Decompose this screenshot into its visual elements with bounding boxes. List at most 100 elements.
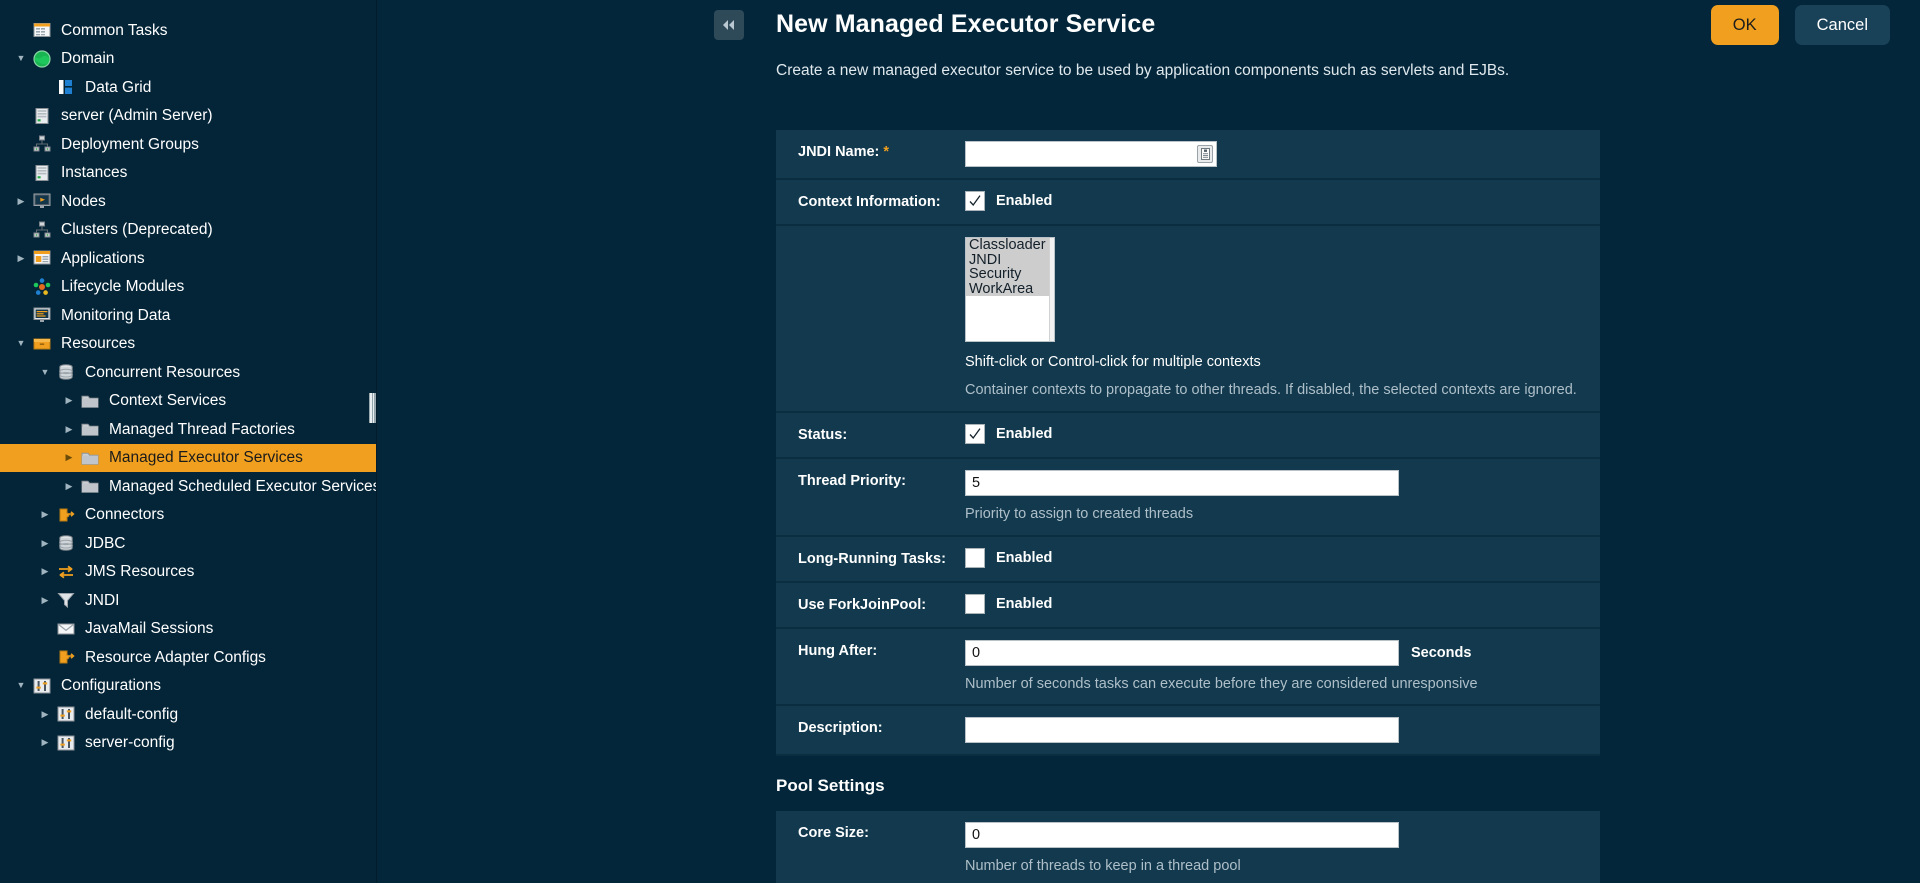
status-label: Status:: [776, 413, 965, 457]
form-row-thread-priority: Thread Priority: Priority to assign to c…: [776, 459, 1600, 537]
twisty-expanded-icon[interactable]: ▼: [36, 368, 54, 377]
form-row-core-size: Core Size: Number of threads to keep in …: [776, 811, 1600, 883]
form-row-status: Status: Enabled: [776, 413, 1600, 459]
sidebar-item-default-config[interactable]: ▶default-config: [0, 700, 376, 729]
contexts-option[interactable]: Security: [966, 267, 1049, 282]
twisty-collapsed-icon[interactable]: ▶: [36, 510, 54, 519]
sidebar-item-label: Monitoring Data: [61, 308, 170, 324]
core-size-input[interactable]: [965, 822, 1399, 848]
form-row-context-information: Context Information: Enabled: [776, 180, 1600, 226]
contexts-option[interactable]: WorkArea: [966, 282, 1049, 297]
collapse-sidebar-button[interactable]: [714, 10, 744, 40]
contexts-control: ClassloaderJNDISecurityWorkArea ▲ ▼ Shif…: [965, 226, 1600, 411]
hung-after-input[interactable]: [965, 640, 1399, 666]
sidebar-item-applications[interactable]: ▶Applications: [0, 244, 376, 273]
twisty-expanded-icon[interactable]: ▼: [12, 54, 30, 63]
use-forkjoinpool-checkbox[interactable]: [965, 594, 985, 614]
sidebar-item-managed-scheduled-executor-services[interactable]: ▶Managed Scheduled Executor Services: [0, 472, 376, 501]
sidebar-item-server-admin-server[interactable]: server (Admin Server): [0, 102, 376, 131]
sidebar-item-label: Managed Thread Factories: [109, 422, 295, 438]
funnel-icon: [57, 591, 75, 609]
twisty-collapsed-icon[interactable]: ▶: [12, 197, 30, 206]
contexts-scrollbar[interactable]: ▲ ▼: [1049, 238, 1055, 341]
contexts-option[interactable]: JNDI: [966, 253, 1049, 268]
sidebar-item-nodes[interactable]: ▶Nodes: [0, 187, 376, 216]
sidebar-item-clusters-deprecated[interactable]: Clusters (Deprecated): [0, 216, 376, 245]
twisty-collapsed-icon[interactable]: ▶: [36, 738, 54, 747]
twisty-expanded-icon[interactable]: ▼: [12, 339, 30, 348]
twisty-collapsed-icon[interactable]: ▶: [60, 425, 78, 434]
monitor-icon: [30, 305, 54, 325]
sidebar-item-connectors[interactable]: ▶Connectors: [0, 501, 376, 530]
status-checkbox[interactable]: [965, 424, 985, 444]
sidebar-item-label: Context Services: [109, 393, 226, 409]
sidebar-item-context-services[interactable]: ▶ Context Services: [0, 387, 376, 416]
contexts-option-list[interactable]: ClassloaderJNDISecurityWorkArea: [966, 238, 1049, 341]
twisty-collapsed-icon[interactable]: ▶: [36, 539, 54, 548]
ok-button[interactable]: OK: [1711, 5, 1779, 45]
sidebar-item-concurrent-resources[interactable]: ▼Concurrent Resources: [0, 358, 376, 387]
sidebar-item-jdbc[interactable]: ▶JDBC: [0, 529, 376, 558]
sidebar-item-label: Resources: [61, 336, 135, 352]
sidebar-item-data-grid[interactable]: Data Grid: [0, 73, 376, 102]
sidebar-splitter-handle[interactable]: [369, 393, 376, 423]
twisty-collapsed-icon[interactable]: ▶: [60, 453, 78, 462]
sidebar-item-jms-resources[interactable]: ▶JMS Resources: [0, 558, 376, 587]
contexts-option[interactable]: Classloader: [966, 238, 1049, 253]
status-checkbox-label: Enabled: [996, 426, 1052, 442]
sidebar-item-label: Managed Executor Services: [109, 450, 303, 466]
sidebar-item-configurations[interactable]: ▼Configurations: [0, 672, 376, 701]
twisty-expanded-icon[interactable]: ▼: [12, 681, 30, 690]
use-forkjoinpool-label: Use ForkJoinPool:: [776, 583, 965, 627]
folder-icon: [78, 391, 102, 411]
sidebar-item-server-config[interactable]: ▶server-config: [0, 729, 376, 758]
pool-settings-section-title: Pool Settings: [776, 756, 1600, 811]
sidebar-item-monitoring-data[interactable]: Monitoring Data: [0, 301, 376, 330]
long-running-tasks-control: Enabled: [965, 537, 1600, 581]
database-icon: [57, 363, 75, 381]
sidebar-item-deployment-groups[interactable]: Deployment Groups: [0, 130, 376, 159]
folder-icon: [81, 449, 99, 467]
main-content: New Managed Executor Service Create a ne…: [377, 0, 1920, 883]
sidebar-item-resources[interactable]: ▼ Resources: [0, 330, 376, 359]
sidebar-item-lifecycle-modules[interactable]: Lifecycle Modules: [0, 273, 376, 302]
sidebar-item-jndi[interactable]: ▶ JNDI: [0, 586, 376, 615]
sidebar-item-instances[interactable]: Instances: [0, 159, 376, 188]
twisty-collapsed-icon[interactable]: ▶: [36, 710, 54, 719]
server-icon: [33, 107, 51, 125]
twisty-collapsed-icon[interactable]: ▶: [36, 567, 54, 576]
twisty-collapsed-icon[interactable]: ▶: [60, 396, 78, 405]
sidebar-item-label: Lifecycle Modules: [61, 279, 184, 295]
form-row-description: Description:: [776, 706, 1600, 756]
picker-icon[interactable]: [1197, 145, 1213, 163]
contexts-multiselect[interactable]: ClassloaderJNDISecurityWorkArea ▲ ▼: [965, 237, 1055, 342]
jndi-name-input[interactable]: [965, 141, 1217, 167]
scroll-up-icon[interactable]: ▲: [1053, 240, 1055, 248]
sidebar-item-javamail-sessions[interactable]: JavaMail Sessions: [0, 615, 376, 644]
twisty-collapsed-icon[interactable]: ▶: [36, 596, 54, 605]
cancel-button[interactable]: Cancel: [1795, 5, 1890, 45]
context-information-checkbox[interactable]: [965, 191, 985, 211]
group-tree-icon: [30, 134, 54, 154]
sliders-icon: [57, 734, 75, 752]
thread-priority-input[interactable]: [965, 470, 1399, 496]
description-input[interactable]: [965, 717, 1399, 743]
sidebar-item-domain[interactable]: ▼Domain: [0, 45, 376, 74]
sidebar-item-label: JavaMail Sessions: [85, 621, 213, 637]
sidebar-item-managed-executor-services[interactable]: ▶ Managed Executor Services: [0, 444, 376, 473]
twisty-collapsed-icon[interactable]: ▶: [12, 254, 30, 263]
scroll-down-icon[interactable]: ▼: [1053, 331, 1055, 339]
data-grid-icon: [54, 77, 78, 97]
sidebar-item-resource-adapter-configs[interactable]: Resource Adapter Configs: [0, 643, 376, 672]
sidebar-item-label: Instances: [61, 165, 127, 181]
twisty-collapsed-icon[interactable]: ▶: [60, 482, 78, 491]
long-running-tasks-checkbox[interactable]: [965, 548, 985, 568]
sidebar-item-label: JNDI: [85, 593, 119, 609]
sidebar-item-label: Common Tasks: [61, 23, 168, 39]
connector-icon: [54, 647, 78, 667]
sliders-icon: [30, 676, 54, 696]
jms-arrows-icon: [54, 562, 78, 582]
sidebar-item-managed-thread-factories[interactable]: ▶ Managed Thread Factories: [0, 415, 376, 444]
action-buttons: OK Cancel: [1711, 5, 1890, 45]
sidebar-item-common-tasks[interactable]: Common Tasks: [0, 16, 376, 45]
